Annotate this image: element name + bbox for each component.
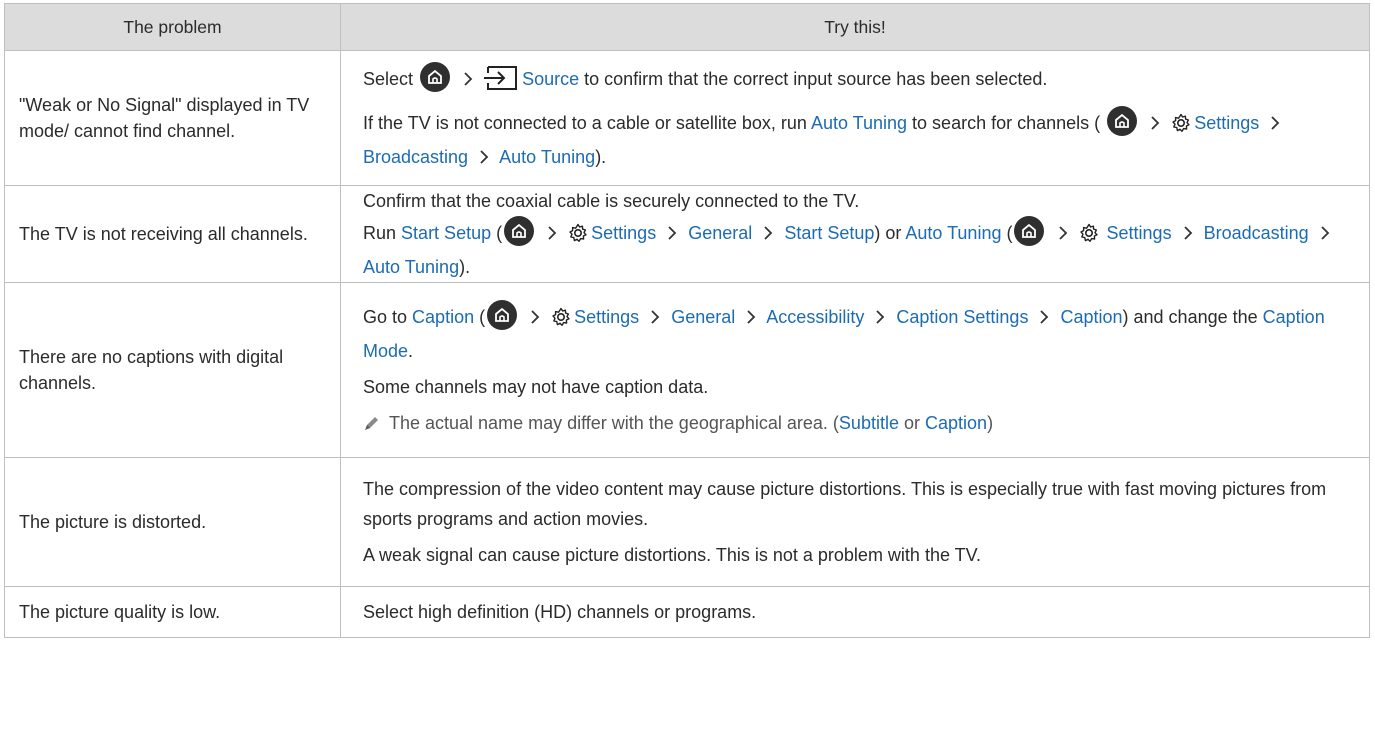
settings-link[interactable]: Settings (1107, 223, 1172, 243)
solution-line: Select high definition (HD) channels or … (363, 602, 757, 622)
caption-settings-link[interactable]: Caption Settings (896, 307, 1028, 327)
table-row: There are no captions with digital chann… (4, 282, 1370, 458)
chevron-right-icon (1183, 220, 1193, 250)
chevron-right-icon (1150, 110, 1160, 140)
table-row: The picture is distorted. The compressio… (4, 457, 1370, 587)
auto-tuning-link[interactable]: Auto Tuning (499, 147, 595, 167)
home-icon (1014, 216, 1045, 246)
broadcasting-link[interactable]: Broadcasting (1204, 223, 1309, 243)
troubleshooting-table: The problem Try this! "Weak or No Signal… (4, 3, 1370, 638)
problem-cell: "Weak or No Signal" displayed in TV mode… (4, 50, 341, 186)
caption-link[interactable]: Caption (412, 307, 474, 327)
table-row: The TV is not receiving all channels. Co… (4, 185, 1370, 283)
source-input-icon (484, 65, 518, 100)
chevron-right-icon (463, 66, 473, 96)
auto-tuning-link[interactable]: Auto Tuning (905, 223, 1001, 243)
solution-line: Run Start Setup ( Settings General Start… (363, 216, 1353, 282)
problem-cell: The picture is distorted. (4, 457, 341, 587)
settings-link[interactable]: Settings (1194, 113, 1259, 133)
start-setup-link[interactable]: Start Setup (784, 223, 874, 243)
auto-tuning-link[interactable]: Auto Tuning (363, 257, 459, 277)
table-row: "Weak or No Signal" displayed in TV mode… (4, 50, 1370, 186)
table-row: The picture quality is low. Select high … (4, 586, 1370, 638)
solution-cell: Go to Caption ( Settings General Accessi… (340, 282, 1370, 458)
solution-line: A weak signal can cause picture distorti… (363, 545, 981, 565)
table-header-row: The problem Try this! (4, 3, 1370, 51)
home-icon (487, 299, 518, 330)
header-try-this: Try this! (340, 3, 1370, 51)
broadcasting-link[interactable]: Broadcasting (363, 147, 468, 167)
caption-link[interactable]: Caption (925, 413, 987, 433)
solution-cell: Select Source to confirm that the correc… (340, 50, 1370, 186)
gear-icon (1079, 222, 1099, 252)
gear-icon (551, 306, 571, 336)
chevron-right-icon (667, 220, 677, 250)
home-icon (1107, 106, 1138, 136)
settings-link[interactable]: Settings (574, 307, 639, 327)
troubleshooting-page: The problem Try this! "Weak or No Signal… (0, 0, 1375, 756)
settings-link[interactable]: Settings (591, 223, 656, 243)
header-problem: The problem (4, 3, 341, 51)
caption-link[interactable]: Caption (1060, 307, 1122, 327)
chevron-right-icon (530, 304, 540, 334)
chevron-right-icon (875, 304, 885, 334)
solution-cell: Confirm that the coaxial cable is secure… (340, 185, 1370, 283)
general-link[interactable]: General (671, 307, 735, 327)
solution-line: Select Source to confirm that the correc… (363, 62, 1353, 100)
chevron-right-icon (763, 220, 773, 250)
chevron-right-icon (479, 144, 489, 174)
solution-cell: Select high definition (HD) channels or … (340, 586, 1370, 638)
chevron-right-icon (1320, 220, 1330, 250)
solution-line: If the TV is not connected to a cable or… (363, 106, 1353, 174)
chevron-right-icon (1058, 220, 1068, 250)
solution-cell: The compression of the video content may… (340, 457, 1370, 587)
gear-icon (1171, 112, 1191, 142)
chevron-right-icon (1270, 110, 1280, 140)
note-line: The actual name may differ with the geog… (363, 408, 1353, 441)
chevron-right-icon (746, 304, 756, 334)
general-link[interactable]: General (688, 223, 752, 243)
solution-line: Confirm that the coaxial cable is secure… (363, 191, 860, 211)
source-link[interactable]: Source (522, 69, 579, 89)
subtitle-link[interactable]: Subtitle (839, 413, 899, 433)
problem-cell: The picture quality is low. (4, 586, 341, 638)
chevron-right-icon (1039, 304, 1049, 334)
accessibility-link[interactable]: Accessibility (766, 307, 864, 327)
chevron-right-icon (547, 220, 557, 250)
chevron-right-icon (650, 304, 660, 334)
auto-tuning-link[interactable]: Auto Tuning (811, 113, 907, 133)
pencil-note-icon (363, 411, 381, 441)
problem-cell: The TV is not receiving all channels. (4, 185, 341, 283)
solution-line: The compression of the video content may… (363, 479, 1327, 529)
home-icon (420, 62, 451, 92)
solution-line: Some channels may not have caption data. (363, 376, 709, 397)
start-setup-link[interactable]: Start Setup (401, 223, 491, 243)
problem-cell: There are no captions with digital chann… (4, 282, 341, 458)
gear-icon (568, 222, 588, 252)
solution-line: Go to Caption ( Settings General Accessi… (363, 299, 1353, 366)
home-icon (504, 216, 535, 246)
